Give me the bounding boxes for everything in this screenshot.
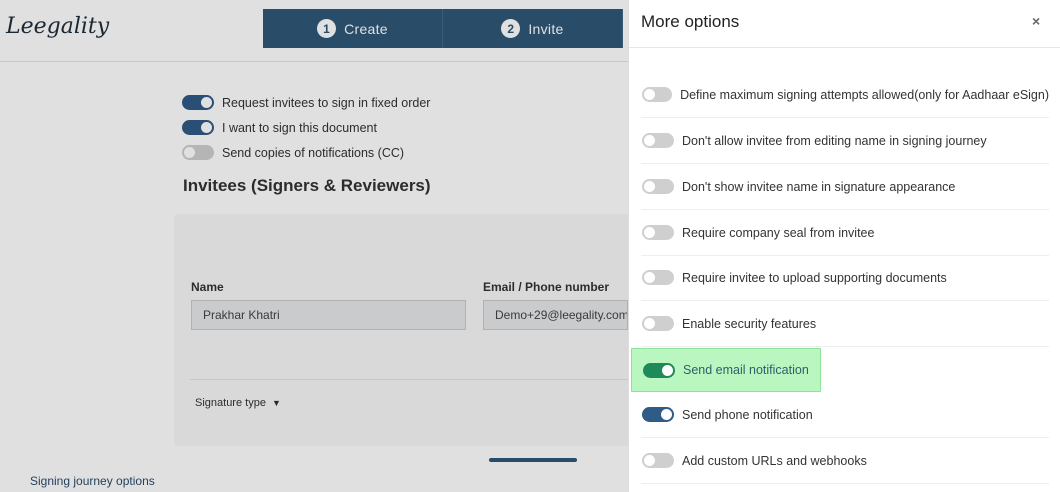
option-send-email-notification[interactable]: Send email notification — [631, 348, 821, 392]
option-disallow-name-edit[interactable]: Don't allow invitee from editing name in… — [641, 118, 1049, 164]
option-label: Add custom URLs and webhooks — [682, 453, 867, 468]
toggle-switch[interactable] — [642, 316, 674, 331]
option-label: Don't show invitee name in signature app… — [682, 179, 956, 194]
option-company-seal[interactable]: Require company seal from invitee — [641, 210, 1049, 256]
option-label: Define maximum signing attempts allowed(… — [680, 87, 1049, 102]
toggle-switch[interactable] — [642, 270, 674, 285]
toggle-switch[interactable] — [642, 87, 673, 102]
option-label: Enable security features — [682, 316, 817, 331]
option-security-features[interactable]: Enable security features — [641, 301, 1049, 347]
toggle-switch[interactable] — [643, 362, 675, 378]
option-label: Require invitee to upload supporting doc… — [682, 270, 947, 285]
drawer-title: More options — [641, 12, 740, 31]
option-supporting-documents[interactable]: Require invitee to upload supporting doc… — [641, 255, 1049, 301]
drawer-header: More options × — [629, 0, 1060, 48]
option-label: Send email notification — [683, 363, 809, 377]
option-hide-name-in-signature[interactable]: Don't show invitee name in signature app… — [641, 164, 1049, 210]
toggle-switch[interactable] — [642, 453, 674, 468]
toggle-switch[interactable] — [642, 133, 674, 148]
toggle-switch[interactable] — [642, 225, 674, 240]
toggle-switch[interactable] — [642, 407, 674, 422]
toggle-switch[interactable] — [642, 179, 674, 194]
modal-backdrop[interactable] — [0, 0, 628, 492]
close-icon[interactable]: × — [1032, 13, 1040, 29]
option-label: Send phone notification — [682, 407, 813, 422]
option-label: Don't allow invitee from editing name in… — [682, 133, 987, 148]
option-label: Require company seal from invitee — [682, 225, 875, 240]
option-max-signing-attempts[interactable]: Define maximum signing attempts allowed(… — [641, 72, 1049, 118]
option-custom-urls-webhooks[interactable]: Add custom URLs and webhooks — [641, 438, 1049, 484]
more-options-drawer: More options × Define maximum signing at… — [628, 0, 1060, 492]
option-send-phone-notification[interactable]: Send phone notification — [641, 392, 1049, 438]
